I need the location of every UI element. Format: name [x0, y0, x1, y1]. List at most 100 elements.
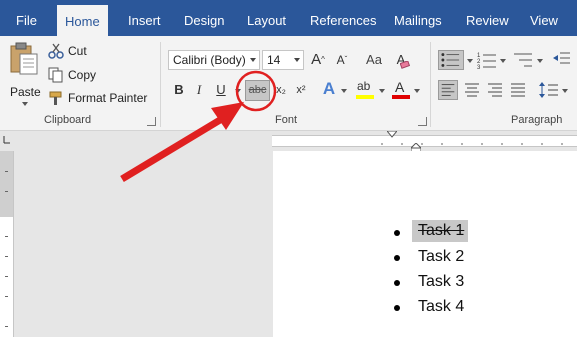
font-name-value: Calibri (Body): [173, 53, 246, 67]
text-effects-button[interactable]: A: [320, 79, 338, 99]
ribbon-tab-bar: File Home Insert Design Layout Reference…: [0, 0, 577, 36]
subscript-button[interactable]: x₂: [272, 80, 290, 100]
tab-home[interactable]: Home: [57, 5, 108, 36]
tab-selector[interactable]: [0, 131, 14, 151]
selected-struck-text[interactable]: Task 1: [412, 220, 469, 242]
align-center-icon[interactable]: [462, 80, 482, 100]
vertical-ruler[interactable]: [0, 151, 14, 337]
copy-label: Copy: [68, 68, 97, 82]
cut-label: Cut: [68, 44, 87, 58]
grow-font-button[interactable]: A^: [309, 50, 327, 70]
list-item[interactable]: Task 2: [418, 248, 464, 266]
font-color-label: A: [395, 79, 405, 95]
ruler-tick: [5, 191, 8, 192]
highlight-color-swatch: [356, 95, 374, 99]
decrease-indent-icon[interactable]: [552, 50, 572, 70]
ruler-tick: [5, 236, 8, 237]
highlight-label: ab: [357, 79, 371, 93]
bullets-dropdown-icon[interactable]: [467, 59, 473, 63]
bullet-icon: [394, 230, 400, 236]
scissors-icon: [48, 43, 64, 59]
font-group-label: Font: [275, 114, 298, 126]
shrink-caret-icon: ˇ: [344, 55, 348, 64]
list-item[interactable]: Task 3: [418, 273, 464, 291]
svg-text:3: 3: [477, 65, 481, 70]
highlight-dropdown-icon[interactable]: [379, 89, 385, 93]
bold-button[interactable]: B: [170, 80, 188, 100]
vertical-ruler-margin: [0, 151, 13, 217]
tab-stop-icon: [3, 136, 10, 144]
ruler-row: [0, 131, 577, 153]
paragraph-group-label: Paragraph: [511, 114, 563, 126]
tab-review[interactable]: Review: [466, 0, 509, 36]
list-item[interactable]: Task 4: [418, 298, 464, 316]
list-item[interactable]: Task 1: [412, 220, 469, 242]
font-color-dropdown-icon[interactable]: [414, 89, 420, 93]
ruler-ticks: [381, 143, 563, 145]
multilevel-list-icon[interactable]: [512, 50, 536, 70]
tab-references[interactable]: References: [310, 0, 376, 36]
format-painter-label: Format Painter: [68, 91, 148, 105]
bullets-icon[interactable]: [438, 50, 464, 70]
group-separator: [430, 42, 431, 127]
chevron-down-icon: [294, 58, 300, 62]
paintbrush-icon: [49, 91, 62, 105]
grow-font-label: A: [311, 51, 322, 68]
tab-view[interactable]: View: [530, 0, 558, 36]
bullet-icon: [394, 305, 400, 311]
justify-icon[interactable]: [508, 80, 528, 100]
numbering-dropdown-icon[interactable]: [500, 59, 506, 63]
ribbon-home: Paste Cut Copy Format Painter Clipboard …: [0, 36, 577, 131]
group-separator: [160, 42, 161, 127]
shrink-font-button[interactable]: Aˇ: [333, 50, 351, 70]
superscript-button[interactable]: x²: [292, 80, 310, 100]
strikethrough-button[interactable]: abc: [245, 80, 270, 101]
ruler-tick: [5, 171, 8, 172]
eraser-icon: [400, 61, 410, 69]
font-size-select[interactable]: 14: [262, 50, 304, 70]
first-line-indent-marker[interactable]: [387, 131, 397, 139]
tab-layout[interactable]: Layout: [247, 0, 286, 36]
ruler-tick: [5, 296, 8, 297]
copy-button[interactable]: Copy: [48, 66, 98, 84]
underline-dropdown-icon[interactable]: [235, 89, 241, 93]
clipboard-dialog-launcher[interactable]: [147, 117, 156, 126]
align-left-icon[interactable]: [438, 80, 458, 100]
change-case-button[interactable]: Aa: [365, 50, 383, 70]
tab-file[interactable]: File: [16, 0, 37, 36]
change-case-icon: Aa: [366, 52, 382, 67]
highlight-button[interactable]: ab: [355, 79, 377, 101]
font-dialog-launcher[interactable]: [418, 117, 427, 126]
word-window: File Home Insert Design Layout Reference…: [0, 0, 577, 337]
format-painter-button[interactable]: Format Painter: [48, 89, 148, 107]
clear-formatting-button[interactable]: A: [392, 50, 410, 70]
line-spacing-icon[interactable]: [538, 80, 560, 100]
grow-caret-icon: ^: [321, 55, 325, 64]
bullet-icon: [394, 255, 400, 261]
clipboard-icon: [10, 42, 38, 75]
font-color-button[interactable]: A: [391, 79, 411, 101]
align-right-icon[interactable]: [485, 80, 505, 100]
chevron-down-icon: [250, 58, 256, 62]
font-size-value: 14: [267, 53, 281, 67]
line-spacing-dropdown-icon[interactable]: [562, 89, 568, 93]
font-color-swatch: [392, 95, 410, 99]
copy-icon: [48, 67, 63, 83]
italic-button[interactable]: I: [190, 80, 208, 100]
tab-mailings[interactable]: Mailings: [394, 0, 442, 36]
paste-dropdown-icon: [22, 102, 28, 106]
underline-button[interactable]: U: [212, 80, 230, 100]
font-name-select[interactable]: Calibri (Body): [168, 50, 260, 70]
clipboard-group-label: Clipboard: [44, 114, 92, 126]
multilevel-dropdown-icon[interactable]: [537, 59, 543, 63]
numbering-icon[interactable]: 1 2 3: [476, 50, 498, 70]
horizontal-ruler[interactable]: [272, 135, 577, 147]
tab-insert[interactable]: Insert: [128, 0, 161, 36]
ruler-tick: [5, 326, 8, 327]
shrink-font-label: A: [336, 53, 345, 67]
text-effects-dropdown-icon[interactable]: [341, 89, 347, 93]
paste-button[interactable]: Paste: [6, 42, 42, 106]
tab-design[interactable]: Design: [184, 0, 224, 36]
ruler-tick: [5, 276, 8, 277]
cut-button[interactable]: Cut: [48, 42, 98, 60]
